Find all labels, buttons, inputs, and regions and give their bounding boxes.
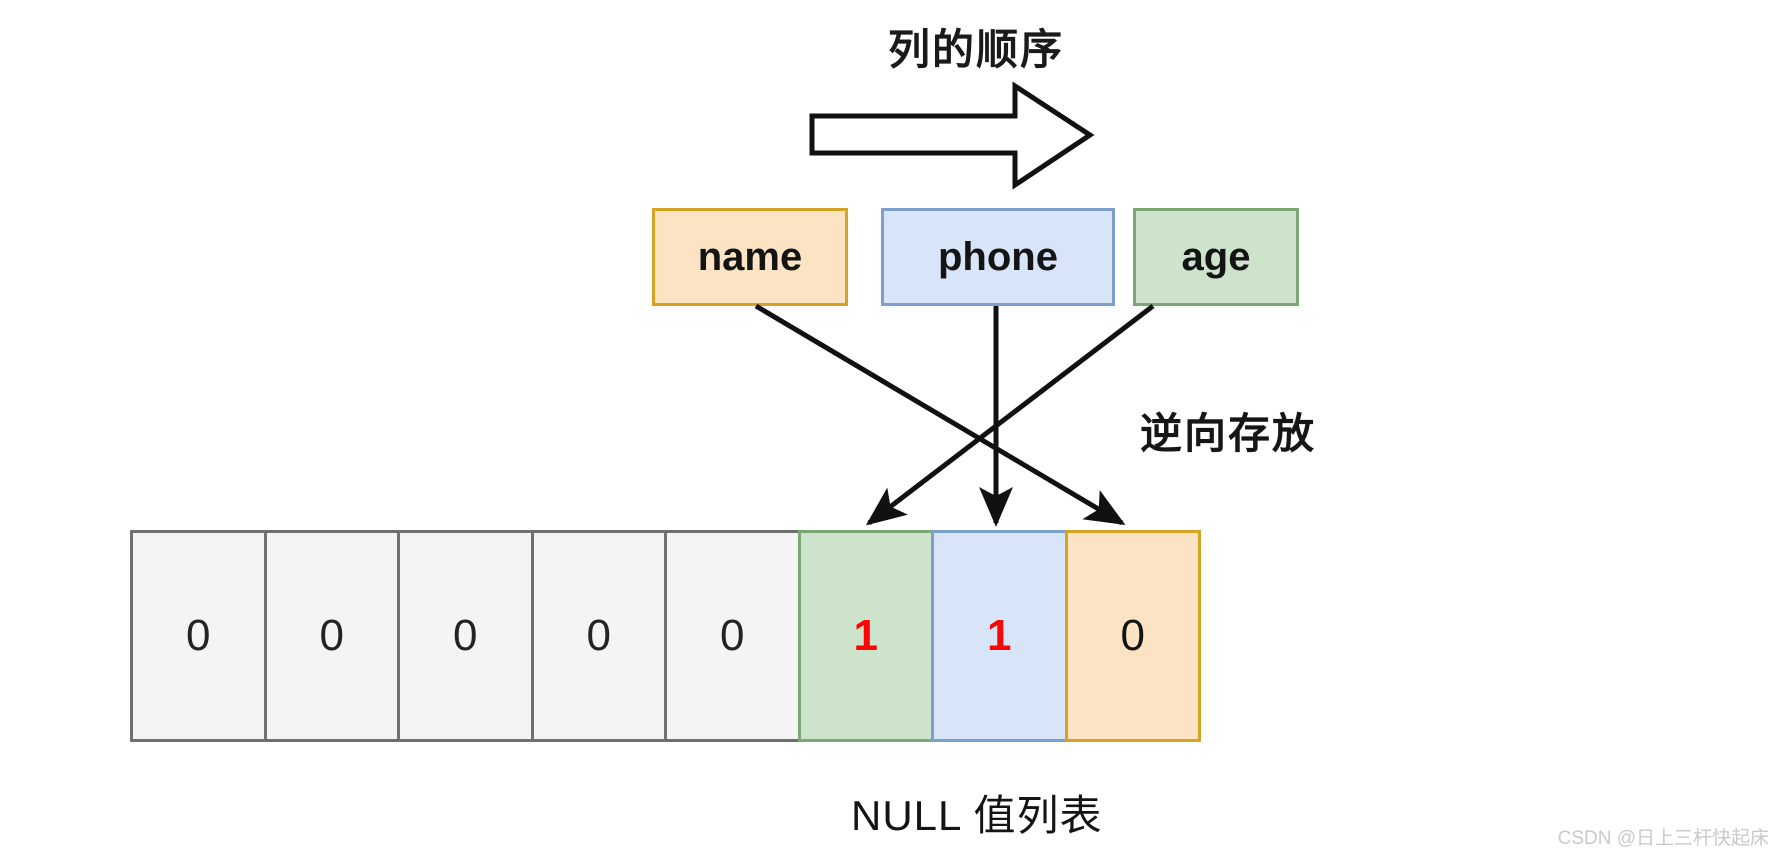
null-cell-value: 0 [186, 611, 211, 660]
null-cell-value: 0 [319, 611, 344, 660]
connector-age-to-green-cell [865, 304, 1155, 526]
connector-name-to-orange-cell [754, 303, 1126, 526]
null-cell-value: 0 [453, 611, 478, 660]
null-cell[interactable]: 0 [664, 530, 801, 742]
null-cell-age[interactable]: 1 [797, 530, 934, 742]
null-cell-value: 0 [720, 611, 745, 660]
watermark: CSDN @日上三杆快起床 [1557, 828, 1769, 849]
note-reverse-order: 逆向存放 [1140, 410, 1317, 457]
null-cell-name[interactable]: 0 [1064, 530, 1201, 742]
null-cell-value: 0 [1120, 611, 1145, 660]
null-cell-value: 0 [586, 611, 611, 660]
null-list-caption: NULL 值列表 [851, 792, 1103, 839]
null-cell-phone[interactable]: 1 [931, 530, 1068, 742]
null-cell[interactable]: 0 [530, 530, 667, 742]
null-cell[interactable]: 0 [397, 530, 534, 742]
diagram-canvas: 列的顺序 name phone age 逆向存放 0 0 0 0 0 1 1 0… [0, 0, 1783, 858]
null-cell-value: 1 [853, 611, 878, 660]
null-cell[interactable]: 0 [130, 530, 267, 742]
null-cell-value: 1 [987, 611, 1012, 660]
null-cell[interactable]: 0 [263, 530, 400, 742]
null-bitmap-row: 0 0 0 0 0 1 1 0 [130, 530, 1201, 742]
